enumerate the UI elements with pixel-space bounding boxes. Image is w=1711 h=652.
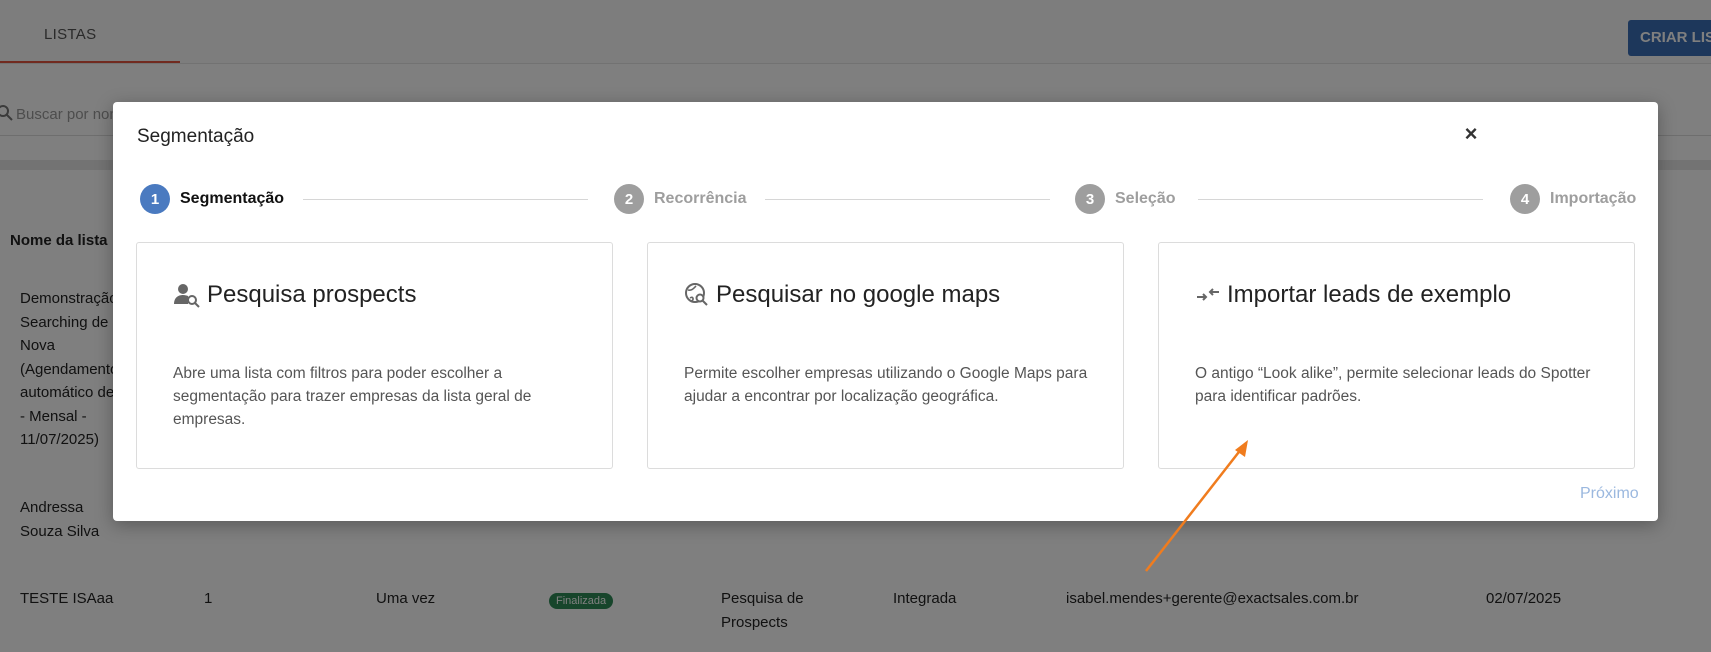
step-connector: [765, 199, 1050, 200]
step-number: 1: [140, 184, 170, 214]
step-number: 4: [1510, 184, 1540, 214]
card-header: Pesquisa prospects: [173, 281, 416, 309]
step-label: Recorrência: [654, 190, 747, 207]
card-description: Abre uma lista com filtros para poder es…: [173, 365, 532, 428]
option-card-google-maps[interactable]: Pesquisar no google maps Permite escolhe…: [647, 242, 1124, 469]
segmentation-modal: Segmentação × 1 Segmentação 2 Recorrênci…: [113, 102, 1658, 521]
step-connector: [303, 199, 588, 200]
card-header: Importar leads de exemplo: [1195, 281, 1511, 309]
close-icon: ×: [1464, 121, 1478, 146]
step-segmentacao: 1 Segmentação: [140, 184, 284, 214]
step-number: 2: [614, 184, 644, 214]
step-connector: [1198, 199, 1483, 200]
option-card-pesquisa-prospects[interactable]: Pesquisa prospects Abre uma lista com fi…: [136, 242, 613, 469]
close-button[interactable]: ×: [1460, 121, 1482, 146]
import-arrows-icon: [1197, 288, 1219, 301]
card-title: Pesquisar no google maps: [716, 281, 1001, 308]
step-number: 3: [1075, 184, 1105, 214]
step-label: Segmentação: [180, 190, 285, 207]
card-title: Pesquisa prospects: [207, 281, 417, 308]
card-description: Permite escolher empresas utilizando o G…: [684, 365, 1088, 405]
card-title: Importar leads de exemplo: [1227, 281, 1512, 308]
globe-search-icon: [685, 283, 708, 306]
step-label: Seleção: [1115, 190, 1176, 207]
person-search-icon: [174, 284, 200, 308]
modal-title: Segmentação: [137, 126, 255, 147]
step-importacao: 4 Importação: [1510, 184, 1636, 214]
step-label: Importação: [1550, 190, 1637, 207]
next-button[interactable]: Próximo: [1580, 485, 1639, 503]
option-card-importar-leads[interactable]: Importar leads de exemplo O antigo “Look…: [1158, 242, 1635, 469]
card-header: Pesquisar no google maps: [684, 281, 1000, 309]
step-selecao: 3 Seleção: [1075, 184, 1175, 214]
step-recorrencia: 2 Recorrência: [614, 184, 747, 214]
card-description: O antigo “Look alike”, permite seleciona…: [1195, 365, 1591, 405]
